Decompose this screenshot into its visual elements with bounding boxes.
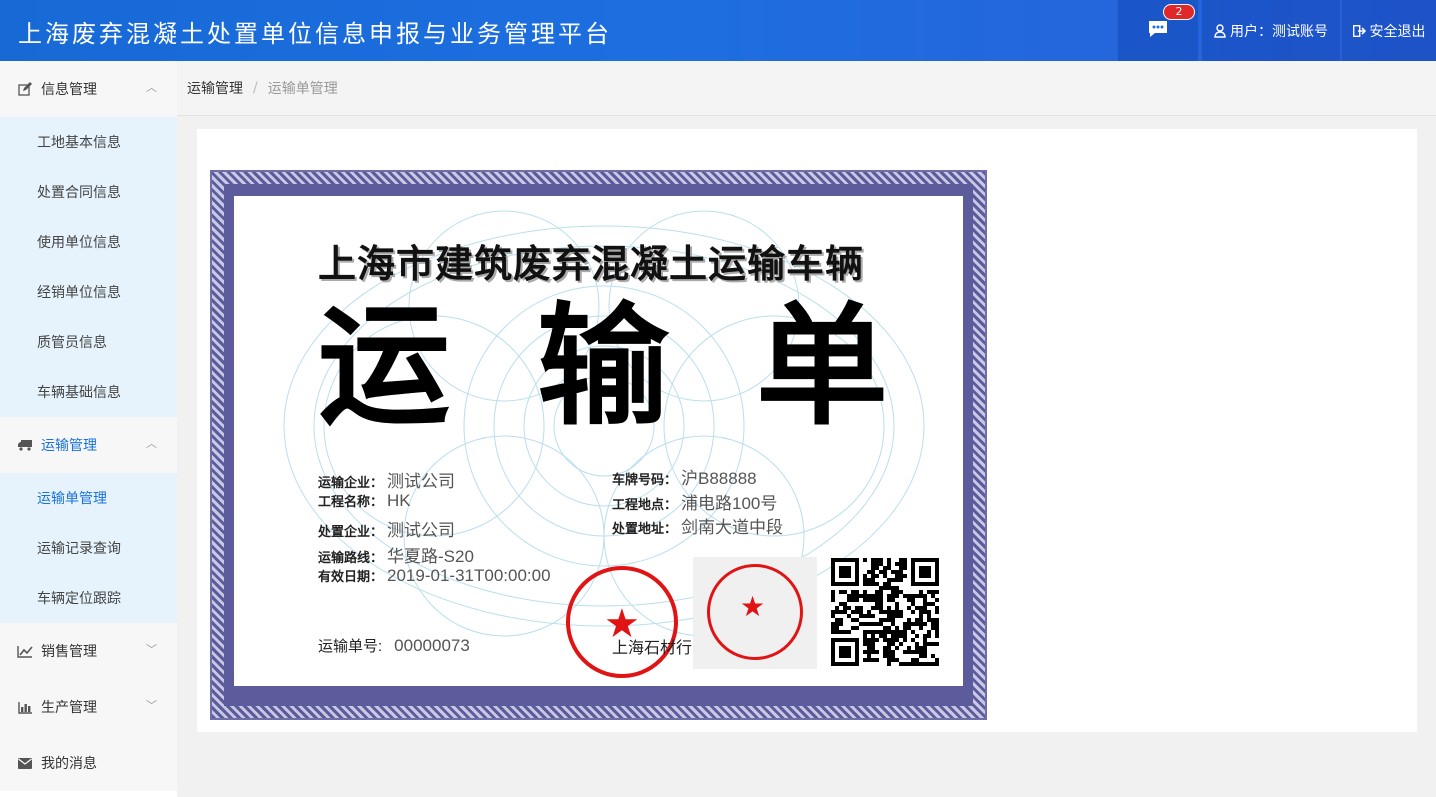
info-management-submenu: 工地基本信息 处置合同信息 使用单位信息 经销单位信息 质管员信息 车辆基础信息 (0, 117, 177, 417)
nav-group-my-messages[interactable]: 我的消息 (0, 735, 177, 791)
envelope-icon (17, 757, 33, 769)
field-valid-date: 有效日期： 2019-01-31T00:00:00 (318, 566, 551, 585)
title-char: 运 (318, 289, 450, 444)
breadcrumb-current: 运输单管理 (267, 81, 338, 97)
nav-item-vehicle-info[interactable]: 车辆基础信息 (0, 367, 177, 417)
nav-group-label: 运输管理 (41, 438, 97, 454)
sidebar: 信息管理 ︿ 工地基本信息 处置合同信息 使用单位信息 经销单位信息 质管员信息… (0, 61, 177, 797)
truck-icon (17, 439, 33, 451)
title-char: 输 (537, 289, 669, 444)
nav-item-transport-records[interactable]: 运输记录查询 (0, 523, 177, 573)
user-icon (1214, 23, 1226, 38)
bar-chart-icon (17, 701, 33, 714)
nav-group-sales-management[interactable]: 销售管理 ﹀ (0, 623, 177, 679)
nav-group-label: 销售管理 (41, 644, 97, 660)
sign-out-icon (1352, 24, 1366, 37)
nav-item-waybill-management[interactable]: 运输单管理 (0, 473, 177, 523)
nav-group-info-management[interactable]: 信息管理 ︿ (0, 61, 177, 117)
nav-item-vehicle-tracking[interactable]: 车辆定位跟踪 (0, 573, 177, 623)
certificate-subtitle: 上海市建筑废弃混凝土运输车辆 (318, 241, 865, 286)
company-seal: ★ (693, 557, 817, 669)
breadcrumb: 运输管理 / 运输单管理 (177, 61, 1436, 116)
field-waybill-number: 运输单号: 00000073 (318, 636, 470, 655)
user-account-button[interactable]: 用户：测试账号 (1202, 0, 1340, 61)
field-route: 运输路线： 华夏路-S20 (318, 547, 474, 566)
logout-button[interactable]: 安全退出 (1342, 0, 1436, 61)
chat-bubble-icon (1147, 19, 1169, 43)
top-header: 上海废弃混凝土处置单位信息申报与业务管理平台 2 用户：测试账号 安全退出 (0, 0, 1436, 61)
transport-management-submenu: 运输单管理 运输记录查询 车辆定位跟踪 (0, 473, 177, 623)
field-address: 处置地址： 剑南大道中段 (612, 518, 784, 537)
certificate-title: 运 输 单 (318, 292, 888, 442)
message-count-badge: 2 (1163, 4, 1195, 20)
chevron-up-icon: ︿ (146, 81, 157, 94)
nav-group-label: 生产管理 (41, 700, 97, 716)
chevron-up-icon: ︿ (146, 437, 157, 450)
field-site: 工程地点： 浦电路100号 (612, 494, 778, 513)
nav-item-contract-info[interactable]: 处置合同信息 (0, 167, 177, 217)
star-icon: ★ (740, 590, 766, 623)
nav-item-user-unit-info[interactable]: 使用单位信息 (0, 217, 177, 267)
nav-item-site-info[interactable]: 工地基本信息 (0, 117, 177, 167)
chevron-down-icon: ﹀ (146, 643, 157, 656)
field-disposal: 处置企业： 测试公司 (318, 521, 456, 540)
qr-code (831, 558, 939, 666)
user-label: 用户：测试账号 (1230, 23, 1328, 40)
app-title: 上海废弃混凝土处置单位信息申报与业务管理平台 (18, 20, 612, 48)
breadcrumb-parent[interactable]: 运输管理 (187, 78, 243, 98)
nav-group-transport-management[interactable]: 运输管理 ︿ (0, 417, 177, 473)
edit-icon (17, 82, 33, 96)
nav-group-label: 我的消息 (41, 756, 97, 772)
field-project: 工程名称： HK (318, 491, 411, 510)
seal-caption: 上海石材行 (612, 638, 693, 657)
line-chart-icon (17, 645, 33, 658)
breadcrumb-separator: / (253, 80, 258, 96)
nav-group-label: 信息管理 (41, 82, 97, 98)
nav-item-quality-manager-info[interactable]: 质管员信息 (0, 317, 177, 367)
title-char: 单 (756, 289, 888, 444)
field-company: 运输企业： 测试公司 (318, 472, 456, 491)
field-plate: 车牌号码： 沪B88888 (612, 469, 757, 488)
nav-group-production-management[interactable]: 生产管理 ﹀ (0, 679, 177, 735)
nav-item-dealer-info[interactable]: 经销单位信息 (0, 267, 177, 317)
association-seal: ★ (566, 566, 678, 678)
logout-label: 安全退出 (1369, 23, 1426, 40)
chevron-down-icon: ﹀ (146, 699, 157, 712)
